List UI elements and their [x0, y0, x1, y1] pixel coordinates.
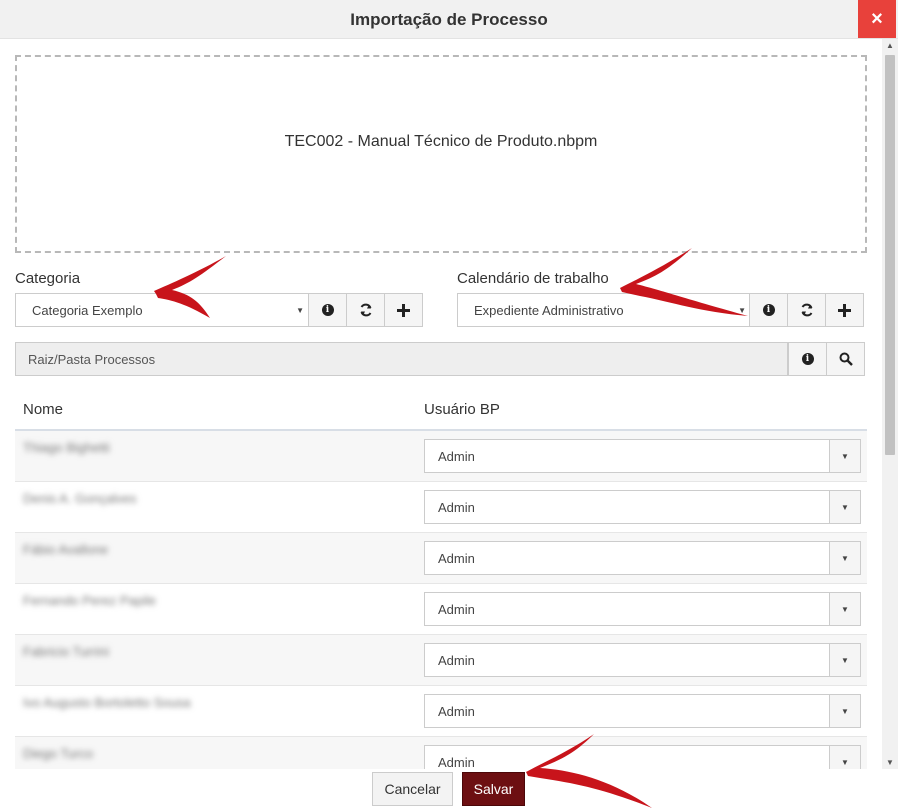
user-value: Admin	[438, 601, 475, 617]
row-name: Denis A. Gonçalves	[23, 491, 137, 506]
chevron-down-icon[interactable]: ▼	[829, 440, 860, 472]
user-value: Admin	[438, 499, 475, 515]
table-row: Thiago Bighetti Admin ▼	[15, 431, 867, 482]
row-name: Fábio Avallone	[23, 542, 109, 557]
calendario-actions: i	[749, 293, 864, 327]
calendario-info-button[interactable]: i	[749, 293, 788, 327]
user-value: Admin	[438, 754, 475, 770]
user-value: Admin	[438, 550, 475, 566]
categoria-actions: i	[308, 293, 423, 327]
close-icon: ×	[871, 7, 883, 30]
info-icon: i	[801, 353, 814, 365]
column-header-usuario-bp: Usuário BP	[424, 401, 500, 418]
calendario-label: Calendário de trabalho	[457, 270, 609, 287]
table-row: Fábio Avallone Admin ▼	[15, 533, 867, 584]
scrollbar-thumb[interactable]	[885, 55, 895, 455]
dialog-footer: Cancelar Salvar	[0, 769, 898, 809]
info-icon: i	[762, 304, 775, 316]
row-name: Diego Turco	[23, 746, 94, 761]
search-icon	[839, 352, 853, 366]
row-name: Ivo Augusto Bortoletto Sousa	[23, 695, 191, 710]
user-select[interactable]: Admin ▼	[424, 643, 861, 677]
cancel-button[interactable]: Cancelar	[372, 772, 453, 806]
column-header-nome: Nome	[23, 401, 64, 418]
user-select[interactable]: Admin ▼	[424, 490, 861, 524]
folder-path-field[interactable]: Raiz/Pasta Processos	[15, 342, 788, 376]
user-select[interactable]: Admin ▼	[424, 439, 861, 473]
table-row: Fernando Perez Papile Admin ▼	[15, 584, 867, 635]
user-select[interactable]: Admin ▼	[424, 592, 861, 626]
folder-path: Raiz/Pasta Processos	[28, 351, 156, 367]
info-icon: i	[321, 304, 334, 316]
table-row: Ivo Augusto Bortoletto Sousa Admin ▼	[15, 686, 867, 737]
dialog-body: TEC002 - Manual Técnico de Produto.nbpm …	[15, 39, 867, 769]
user-value: Admin	[438, 448, 475, 464]
folder-search-button[interactable]	[826, 342, 865, 376]
file-dropzone[interactable]: TEC002 - Manual Técnico de Produto.nbpm	[15, 55, 867, 253]
calendario-select[interactable]: Expediente Administrativo ▼	[457, 293, 751, 327]
chevron-down-icon: ▼	[738, 306, 746, 315]
import-process-dialog: Importação de Processo × TEC002 - Manual…	[0, 0, 898, 809]
row-name: Thiago Bighetti	[23, 440, 110, 455]
categoria-label: Categoria	[15, 270, 81, 287]
plus-icon	[397, 303, 410, 317]
user-value: Admin	[438, 703, 475, 719]
user-value: Admin	[438, 652, 475, 668]
chevron-down-icon[interactable]: ▼	[829, 491, 860, 523]
chevron-down-icon[interactable]: ▼	[829, 542, 860, 574]
calendario-refresh-button[interactable]	[787, 293, 826, 327]
row-name: Fernando Perez Papile	[23, 593, 156, 608]
refresh-icon	[801, 303, 812, 317]
categoria-info-button[interactable]: i	[308, 293, 347, 327]
plus-icon	[838, 303, 851, 317]
table-row: Diego Turco Admin ▼	[15, 737, 867, 769]
folder-actions: i	[788, 342, 865, 376]
categoria-refresh-button[interactable]	[346, 293, 385, 327]
table-row: Denis A. Gonçalves Admin ▼	[15, 482, 867, 533]
table-row: Fabricio Turrini Admin ▼	[15, 635, 867, 686]
refresh-icon	[360, 303, 371, 317]
folder-info-button[interactable]: i	[788, 342, 827, 376]
close-button[interactable]: ×	[858, 0, 896, 38]
categoria-select[interactable]: Categoria Exemplo ▼	[15, 293, 309, 327]
save-button[interactable]: Salvar	[462, 772, 525, 806]
scroll-down-icon[interactable]: ▼	[886, 758, 894, 767]
categoria-add-button[interactable]	[384, 293, 423, 327]
dialog-titlebar: Importação de Processo	[0, 0, 898, 39]
chevron-down-icon[interactable]: ▼	[829, 644, 860, 676]
user-select[interactable]: Admin ▼	[424, 541, 861, 575]
dialog-title: Importação de Processo	[350, 10, 548, 29]
calendario-add-button[interactable]	[825, 293, 864, 327]
chevron-down-icon[interactable]: ▼	[829, 695, 860, 727]
vertical-scrollbar[interactable]: ▲ ▼	[882, 39, 898, 769]
chevron-down-icon[interactable]: ▼	[829, 746, 860, 769]
scroll-up-icon[interactable]: ▲	[886, 41, 894, 50]
categoria-value: Categoria Exemplo	[32, 302, 143, 318]
calendario-value: Expediente Administrativo	[474, 302, 624, 318]
user-select[interactable]: Admin ▼	[424, 694, 861, 728]
chevron-down-icon: ▼	[296, 306, 304, 315]
row-name: Fabricio Turrini	[23, 644, 109, 659]
chevron-down-icon[interactable]: ▼	[829, 593, 860, 625]
user-select[interactable]: Admin ▼	[424, 745, 861, 769]
file-name: TEC002 - Manual Técnico de Produto.nbpm	[284, 133, 598, 150]
